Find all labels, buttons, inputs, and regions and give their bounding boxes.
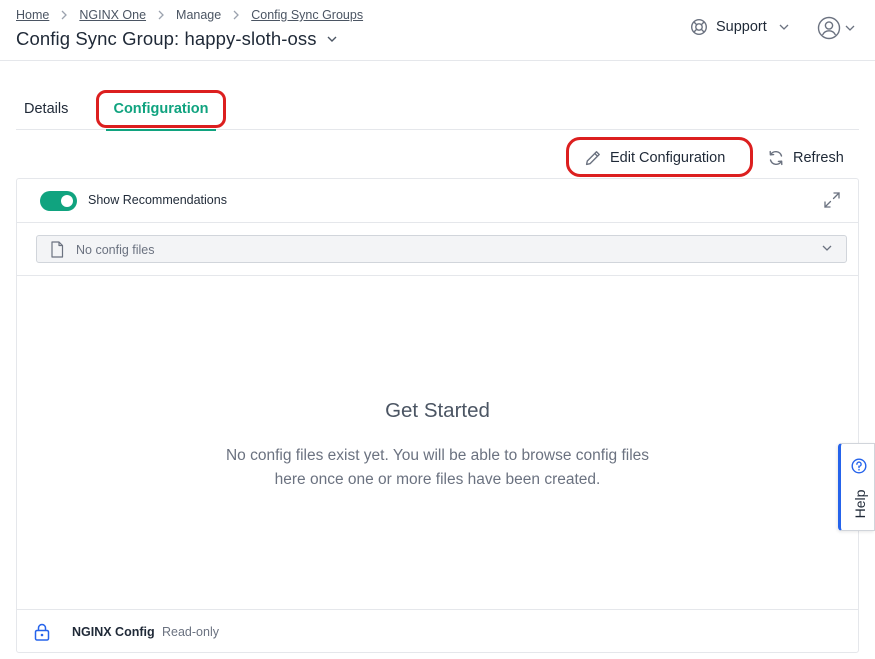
recommendations-row: Show Recommendations bbox=[17, 179, 858, 223]
page-header: Home NGINX One Manage Config Sync Groups… bbox=[0, 0, 875, 61]
refresh-icon bbox=[767, 149, 785, 167]
file-icon bbox=[50, 241, 64, 258]
show-recommendations-toggle[interactable] bbox=[40, 191, 77, 211]
footer-read-only-status: Read-only bbox=[162, 625, 219, 639]
tab-details[interactable]: Details bbox=[24, 88, 68, 130]
chevron-down-icon bbox=[822, 244, 832, 252]
config-file-select[interactable]: No config files bbox=[36, 235, 847, 263]
panel-footer: NGINX Config Read-only bbox=[17, 609, 858, 653]
user-circle-icon bbox=[817, 16, 841, 40]
empty-state-title: Get Started bbox=[385, 399, 490, 422]
config-file-select-value: No config files bbox=[76, 243, 155, 257]
lock-icon bbox=[34, 623, 50, 641]
pencil-icon bbox=[584, 149, 602, 167]
breadcrumb-home[interactable]: Home bbox=[16, 8, 49, 22]
breadcrumb-config-sync-groups[interactable]: Config Sync Groups bbox=[251, 8, 363, 22]
edit-configuration-button[interactable]: Edit Configuration bbox=[584, 146, 725, 170]
footer-config-name: NGINX Config bbox=[72, 625, 155, 639]
chevron-down-icon bbox=[779, 23, 789, 31]
empty-state-line-2: here once one or more files have been cr… bbox=[274, 471, 601, 488]
chevron-right-icon bbox=[60, 10, 68, 20]
support-menu[interactable]: Support bbox=[690, 18, 789, 36]
show-recommendations-label: Show Recommendations bbox=[88, 193, 227, 207]
breadcrumb-manage: Manage bbox=[176, 8, 222, 22]
refresh-label: Refresh bbox=[793, 150, 844, 166]
empty-state-line-1: No config files exist yet. You will be a… bbox=[225, 447, 650, 464]
breadcrumb-nginx-one[interactable]: NGINX One bbox=[79, 8, 146, 22]
breadcrumb: Home NGINX One Manage Config Sync Groups bbox=[16, 8, 363, 22]
page-title: Config Sync Group: happy-sloth-oss bbox=[16, 28, 317, 49]
chevron-right-icon bbox=[232, 10, 240, 20]
refresh-button[interactable]: Refresh bbox=[767, 146, 844, 170]
empty-state-description: No config files exist yet. You will be a… bbox=[187, 444, 688, 492]
help-tab[interactable]: Help bbox=[838, 443, 875, 531]
config-panel: Show Recommendations No config files Get… bbox=[16, 178, 859, 653]
chevron-down-icon[interactable] bbox=[327, 35, 337, 43]
tab-bar: Details Configuration bbox=[16, 88, 859, 131]
chevron-right-icon bbox=[157, 10, 165, 20]
lifebuoy-icon bbox=[690, 18, 708, 36]
divider bbox=[17, 275, 858, 276]
tab-configuration[interactable]: Configuration bbox=[98, 88, 224, 131]
support-label: Support bbox=[716, 19, 767, 35]
toggle-knob bbox=[61, 195, 73, 207]
page-title-wrap: Config Sync Group: happy-sloth-oss bbox=[16, 28, 337, 50]
chevron-down-icon bbox=[845, 24, 855, 32]
help-label: Help bbox=[852, 489, 868, 519]
user-menu[interactable] bbox=[817, 16, 855, 40]
edit-configuration-label: Edit Configuration bbox=[610, 150, 726, 166]
help-circle-icon bbox=[851, 458, 867, 474]
expand-icon[interactable] bbox=[823, 191, 841, 209]
